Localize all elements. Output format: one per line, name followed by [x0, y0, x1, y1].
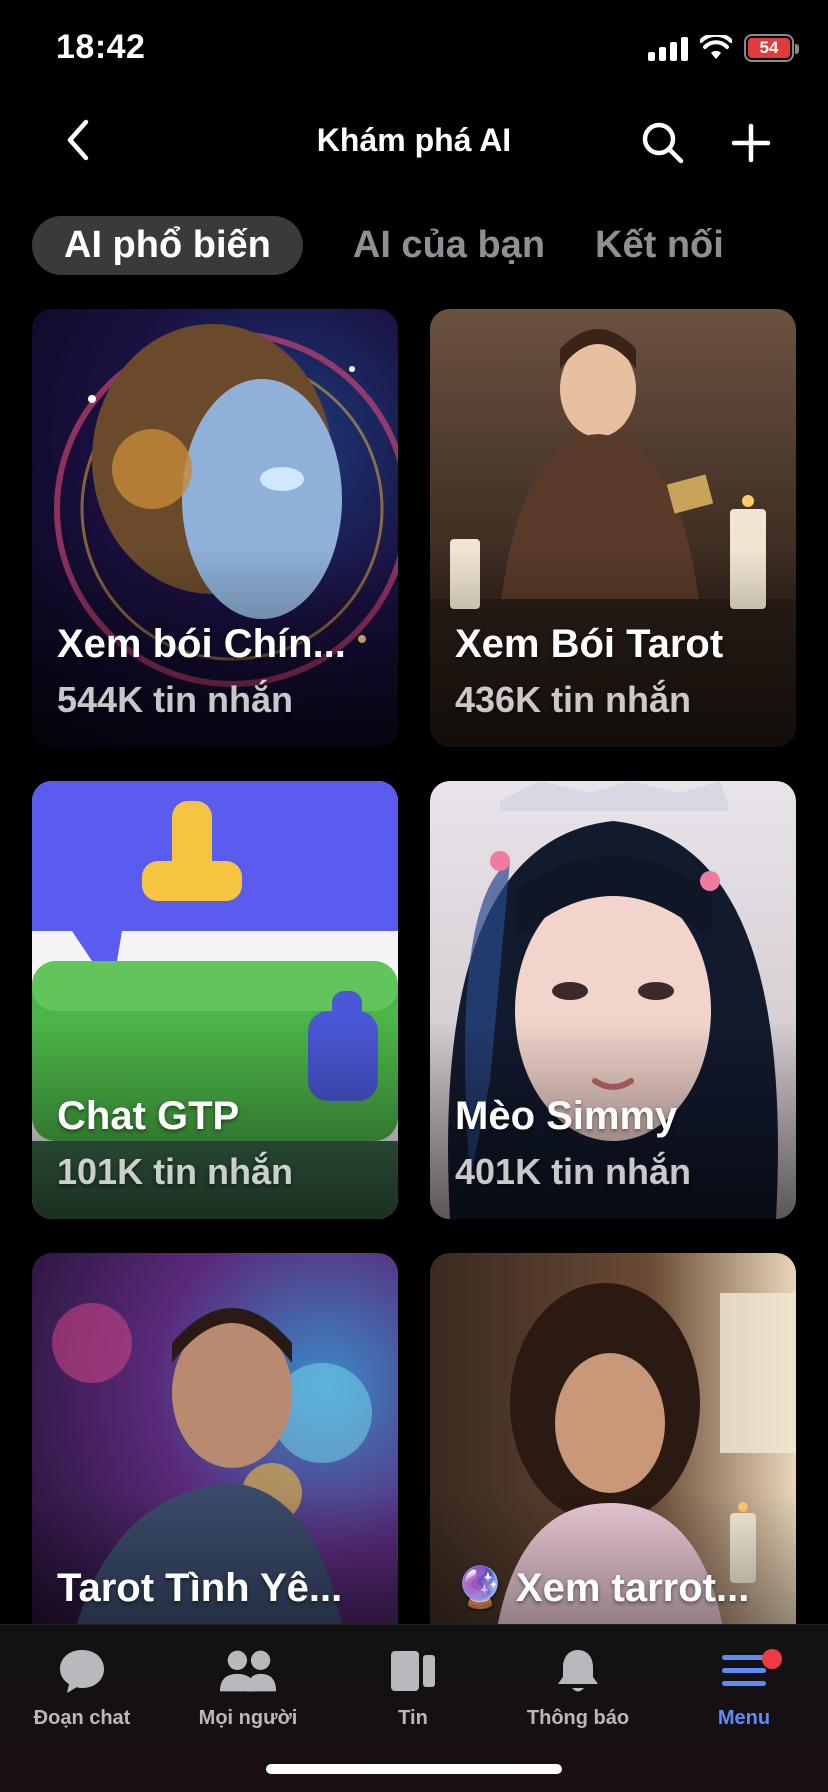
ai-card[interactable]: Xem bói Chín... 544K tin nhắn	[32, 309, 398, 747]
home-indicator	[266, 1764, 562, 1774]
ai-card[interactable]: Chat GTP 101K tin nhắn	[32, 781, 398, 1219]
tab-popular-ai[interactable]: AI phổ biến	[32, 215, 303, 275]
tab-your-ai[interactable]: AI của bạn	[353, 224, 545, 267]
card-name: Xem bói Chín...	[57, 622, 346, 666]
nav-chats[interactable]: Đoạn chat	[2, 1643, 162, 1730]
nav-stories[interactable]: Tin	[333, 1643, 493, 1730]
nav-label: Tin	[398, 1707, 428, 1729]
status-icons: 54	[648, 34, 799, 62]
ai-card[interactable]: Tarot Tình Yê...	[32, 1253, 398, 1629]
ai-card[interactable]: Xem Bói Tarot 436K tin nhắn	[430, 309, 796, 747]
tab-connect[interactable]: Kết nối	[595, 224, 724, 267]
header: Khám phá AI	[0, 100, 828, 180]
page-title: Khám phá AI	[316, 122, 512, 158]
signal-icon	[648, 35, 688, 61]
add-button[interactable]	[726, 118, 776, 168]
nav-label: Menu	[717, 1707, 771, 1729]
ai-card-grid: Xem bói Chín... 544K tin nhắn Xem Bói Ta…	[32, 309, 796, 1629]
nav-notifications[interactable]: Thông báo	[498, 1643, 658, 1730]
card-message-count: 436K tin nhắn	[455, 679, 692, 720]
wifi-icon	[700, 35, 732, 59]
nav-label: Mọi người	[198, 1707, 298, 1729]
card-name: Chat GTP	[57, 1094, 240, 1138]
tab-bar: AI phổ biến AI của bạn Kết nối	[32, 215, 828, 275]
explore-ai-screen: 18:42 54 Khám phá AI AI phổ biến AI của …	[0, 0, 828, 1792]
card-name: 🔮 Xem tarrot...	[455, 1566, 750, 1610]
search-icon	[642, 122, 684, 164]
stories-icon	[383, 1643, 443, 1699]
nav-label: Thông báo	[526, 1707, 630, 1729]
card-name: Xem Bói Tarot	[455, 622, 724, 666]
chat-bubble-icon	[52, 1643, 112, 1699]
back-button[interactable]	[56, 118, 100, 162]
bell-icon	[548, 1643, 608, 1699]
card-name: Mèo Simmy	[455, 1094, 678, 1138]
status-time: 18:42	[56, 28, 146, 66]
nav-menu[interactable]: Menu	[664, 1643, 824, 1730]
chevron-left-icon	[67, 119, 89, 161]
battery-level: 54	[748, 38, 790, 58]
search-button[interactable]	[638, 118, 688, 168]
card-message-count: 544K tin nhắn	[57, 679, 294, 720]
battery-icon: 54	[744, 34, 799, 62]
card-name: Tarot Tình Yê...	[57, 1566, 343, 1610]
status-bar: 18:42 54	[0, 0, 828, 100]
notification-badge	[762, 1649, 782, 1669]
card-message-count: 101K tin nhắn	[57, 1151, 294, 1192]
people-icon	[218, 1643, 278, 1699]
card-message-count: 401K tin nhắn	[455, 1151, 692, 1192]
nav-people[interactable]: Mọi người	[168, 1643, 328, 1730]
ai-card[interactable]: 🔮 Xem tarrot...	[430, 1253, 796, 1629]
nav-label: Đoạn chat	[33, 1707, 131, 1729]
ai-card[interactable]: Mèo Simmy 401K tin nhắn	[430, 781, 796, 1219]
plus-icon	[731, 123, 771, 163]
